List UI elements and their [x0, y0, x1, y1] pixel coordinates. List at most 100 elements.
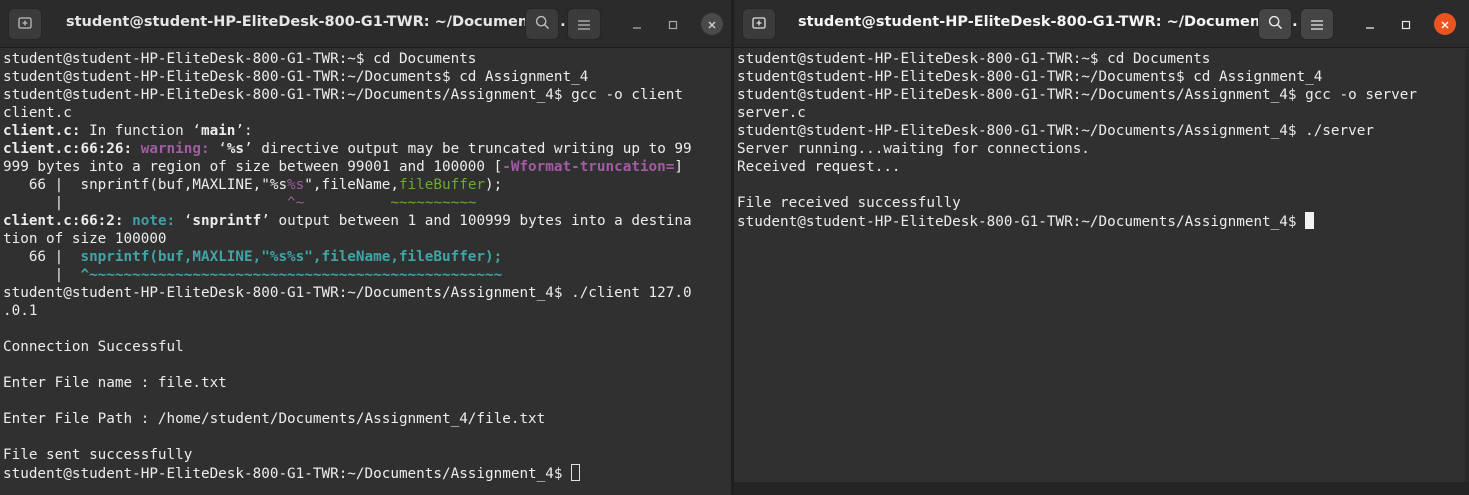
- menu-button[interactable]: [1300, 8, 1334, 40]
- maximize-button[interactable]: [662, 13, 684, 35]
- terminal-line: student@student-HP-EliteDesk-800-G1-TWR:…: [737, 50, 1469, 68]
- new-tab-button[interactable]: [742, 8, 776, 40]
- terminal-text-segment: client.c:66:2:: [3, 213, 124, 229]
- terminal-text-segment: snprintf: [192, 213, 262, 229]
- terminal-text-segment: 66 |: [3, 249, 81, 265]
- text-cursor: [571, 464, 581, 481]
- terminal-text-segment: snprintf(buf,MAXLINE,"%s%s",fileName,fil…: [80, 249, 503, 265]
- window-title: student@student-HP-EliteDesk-800-G1-TWR:…: [66, 14, 566, 30]
- terminal-text-segment: ’:: [235, 123, 253, 139]
- terminal-text-segment: ~~~~~~~~~~: [390, 195, 477, 211]
- terminal-text: student@student-HP-EliteDesk-800-G1-TWR:…: [3, 87, 683, 103]
- terminal-line: File received successfully: [737, 194, 1469, 212]
- terminal-line: client.c:66:2: note: ‘snprintf’ output b…: [3, 212, 731, 230]
- terminal-text-segment: ",fileName,: [304, 177, 399, 193]
- maximize-button[interactable]: [1395, 13, 1417, 35]
- terminal-text: student@student-HP-EliteDesk-800-G1-TWR:…: [3, 51, 477, 67]
- terminal-line: client.c: In function ‘main’:: [3, 122, 731, 140]
- minimize-button[interactable]: [1359, 13, 1381, 35]
- terminal-line: client.c:66:26: warning: ‘%s’ directive …: [3, 140, 731, 158]
- close-icon: [707, 15, 717, 34]
- minimize-icon: [1365, 15, 1375, 34]
- terminal-text: client.c: [3, 105, 72, 121]
- terminal-text-segment: ^~: [287, 195, 305, 211]
- search-button[interactable]: [1258, 8, 1292, 40]
- close-icon: [1440, 15, 1450, 34]
- terminal-text: Server running...waiting for connections…: [737, 141, 1090, 157]
- terminal-text-segment: ^~~~~~~~~~~~~~~~~~~~~~~~~~~~~~~~~~~~~~~~…: [80, 267, 503, 283]
- terminal-text-segment: main: [200, 123, 236, 139]
- menu-button[interactable]: [567, 8, 601, 40]
- search-icon: [1268, 15, 1283, 34]
- search-button[interactable]: [525, 8, 559, 40]
- terminal-line: student@student-HP-EliteDesk-800-G1-TWR:…: [3, 50, 731, 68]
- terminal-text-segment: ’ directive output may be truncated writ…: [244, 141, 692, 157]
- terminal-text-segment: warning:: [140, 141, 210, 157]
- terminal-text: File received successfully: [737, 195, 961, 211]
- terminal-text: student@student-HP-EliteDesk-800-G1-TWR:…: [3, 285, 692, 301]
- terminal-text-segment: client.c:: [3, 123, 81, 139]
- new-tab-icon: [18, 15, 32, 34]
- titlebar[interactable]: student@student-HP-EliteDesk-800-G1-TWR:…: [734, 0, 1469, 48]
- terminal-line: student@student-HP-EliteDesk-800-G1-TWR:…: [3, 284, 731, 302]
- terminal-output[interactable]: student@student-HP-EliteDesk-800-G1-TWR:…: [0, 49, 731, 495]
- desktop-background: [734, 482, 1469, 495]
- terminal-window-client[interactable]: student@student-HP-EliteDesk-800-G1-TWR:…: [0, 0, 731, 495]
- scrollbar[interactable]: [1465, 49, 1469, 482]
- terminal-text-segment: |: [3, 195, 288, 211]
- close-button[interactable]: [701, 13, 723, 35]
- terminal-window-server[interactable]: student@student-HP-EliteDesk-800-G1-TWR:…: [734, 0, 1469, 482]
- terminal-line: .0.1: [3, 302, 731, 320]
- terminal-text-segment: ]: [674, 159, 683, 175]
- maximize-icon: [668, 15, 678, 34]
- terminal-line: student@student-HP-EliteDesk-800-G1-TWR:…: [737, 122, 1469, 140]
- terminal-line: Received request...: [737, 158, 1469, 176]
- terminal-text: Connection Successful: [3, 339, 184, 355]
- terminal-line: | ^~~~~~~~~~~~~~~~~~~~~~~~~~~~~~~~~~~~~~…: [3, 266, 731, 284]
- terminal-text: Enter File Path : /home/student/Document…: [3, 411, 546, 427]
- maximize-icon: [1401, 15, 1411, 34]
- terminal-line: | ^~ ~~~~~~~~~~: [3, 194, 731, 212]
- terminal-text: .0.1: [3, 303, 38, 319]
- terminal-text-segment: %s: [226, 141, 245, 157]
- minimize-button[interactable]: [626, 13, 648, 35]
- terminal-text-segment: In function: [80, 123, 193, 139]
- terminal-line: 66 | snprintf(buf,MAXLINE,"%s%s",fileNam…: [3, 248, 731, 266]
- search-icon: [535, 15, 550, 34]
- text-cursor: [1305, 212, 1315, 229]
- terminal-text: student@student-HP-EliteDesk-800-G1-TWR:…: [737, 69, 1323, 85]
- terminal-text-segment: ‘: [192, 123, 201, 139]
- terminal-line: Enter File name : file.txt: [3, 374, 731, 392]
- terminal-text-segment: client.c:66:26:: [3, 141, 133, 157]
- terminal-line: student@student-HP-EliteDesk-800-G1-TWR:…: [737, 212, 1469, 230]
- terminal-text: File sent successfully: [3, 447, 193, 463]
- titlebar[interactable]: student@student-HP-EliteDesk-800-G1-TWR:…: [0, 0, 731, 48]
- terminal-output[interactable]: student@student-HP-EliteDesk-800-G1-TWR:…: [734, 49, 1469, 482]
- terminal-text: student@student-HP-EliteDesk-800-G1-TWR:…: [737, 51, 1211, 67]
- terminal-text-segment: ’ output between 1 and 100999 bytes into…: [261, 213, 692, 229]
- terminal-text-segment: note:: [132, 213, 176, 229]
- terminal-text-segment: );: [485, 177, 503, 193]
- hamburger-menu-icon: [1311, 15, 1323, 34]
- terminal-line: 66 | snprintf(buf,MAXLINE,"%s%s",fileNam…: [3, 176, 731, 194]
- close-button[interactable]: [1434, 13, 1456, 35]
- terminal-text: student@student-HP-EliteDesk-800-G1-TWR:…: [737, 87, 1417, 103]
- terminal-text-segment: 999 bytes into a region of size between …: [3, 159, 503, 175]
- new-tab-button[interactable]: [8, 8, 42, 40]
- hamburger-menu-icon: [578, 15, 590, 34]
- terminal-line: Server running...waiting for connections…: [737, 140, 1469, 158]
- terminal-line: server.c: [737, 104, 1469, 122]
- terminal-text-segment: |: [3, 267, 81, 283]
- window-title: student@student-HP-EliteDesk-800-G1-TWR:…: [798, 14, 1298, 30]
- terminal-line: client.c: [3, 104, 731, 122]
- new-tab-icon: [752, 15, 766, 34]
- terminal-text-segment: ‘: [209, 141, 227, 157]
- terminal-text: Enter File name : file.txt: [3, 375, 227, 391]
- terminal-line: student@student-HP-EliteDesk-800-G1-TWR:…: [3, 464, 731, 482]
- minimize-icon: [632, 15, 642, 34]
- terminal-text: tion of size 100000: [3, 231, 167, 247]
